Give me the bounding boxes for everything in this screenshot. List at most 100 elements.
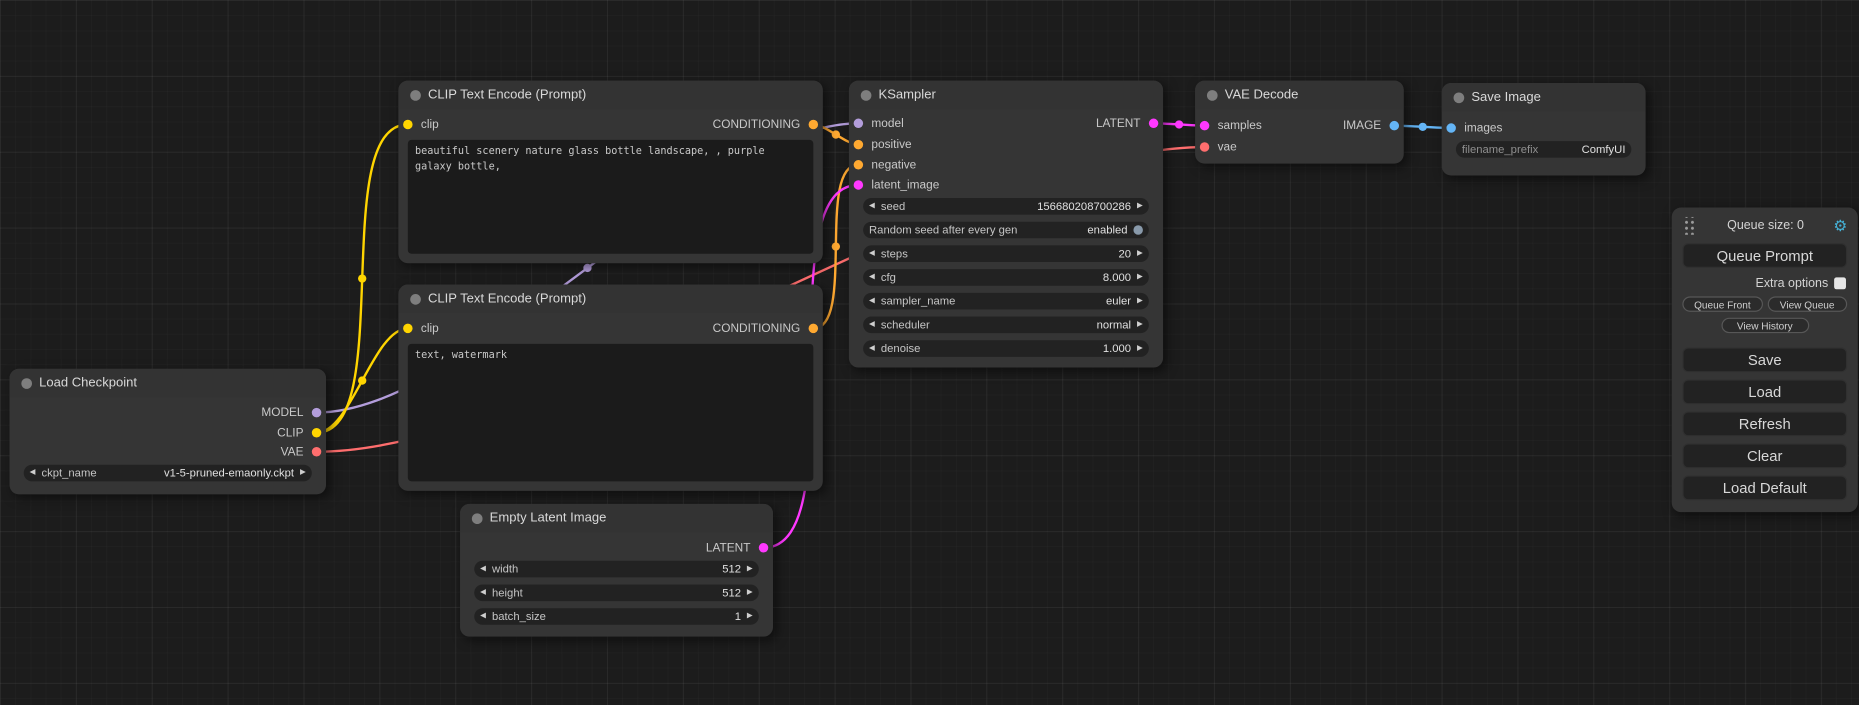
view-queue-button[interactable]: View Queue [1767,296,1847,311]
widget-width[interactable]: ◀width512▶ [474,561,759,578]
widget-filename-prefix[interactable]: filename_prefixComfyUI [1456,141,1631,158]
output-port-conditioning[interactable] [809,324,818,333]
node-title-bar: KSampler [849,81,1163,109]
increment-arrow-icon[interactable]: ▶ [1137,274,1143,282]
node-title-bar: Save Image [1442,83,1646,111]
input-slot-label: negative [871,158,916,171]
node-empty-latent-image[interactable]: Empty Latent ImageLATENT◀width512▶◀heigh… [460,504,773,637]
widget-value: 8.000 [1103,271,1131,284]
widget-ckpt-name[interactable]: ◀ckpt_namev1-5-pruned-emaonly.ckpt▶ [24,465,312,482]
widget-denoise[interactable]: ◀denoise1.000▶ [863,340,1149,357]
output-port-image[interactable] [1390,121,1399,130]
input-port-positive[interactable] [854,140,863,149]
node-vae-decode[interactable]: VAE DecodesamplesvaeIMAGE [1195,81,1404,164]
widget-batch-size[interactable]: ◀batch_size1▶ [474,608,759,625]
output-port-vae[interactable] [312,447,321,456]
widget-steps[interactable]: ◀steps20▶ [863,245,1149,262]
prompt-text-widget[interactable]: text, watermark [408,344,813,482]
load-default-button[interactable]: Load Default [1682,475,1847,500]
input-slot-negative: negative [854,156,917,173]
input-port-samples[interactable] [1200,121,1209,130]
node-collapse-dot-icon[interactable] [1454,92,1465,103]
input-port-vae[interactable] [1200,142,1209,151]
input-slot-label: latent_image [871,178,939,191]
node-collapse-dot-icon[interactable] [410,293,421,304]
input-port-latent_image[interactable] [854,180,863,189]
output-port-latent[interactable] [759,543,768,552]
output-port-clip[interactable] [312,428,321,437]
input-port-clip[interactable] [403,120,412,129]
node-save-image[interactable]: Save Image images filename_prefixComfyUI [1442,83,1646,175]
decrement-arrow-icon[interactable]: ◀ [30,469,36,477]
save-button[interactable]: Save [1682,347,1847,372]
widget-sampler-name[interactable]: ◀sampler_nameeuler▶ [863,293,1149,310]
decrement-arrow-icon[interactable]: ◀ [869,345,875,353]
widget-cfg[interactable]: ◀cfg8.000▶ [863,269,1149,286]
output-port-conditioning[interactable] [809,120,818,129]
node-ksampler[interactable]: KSamplermodelpositivenegativelatent_imag… [849,81,1163,368]
decrement-arrow-icon[interactable]: ◀ [480,565,486,573]
widget-seed[interactable]: ◀ seed 156680208700286 ▶ [863,198,1149,215]
settings-gear-icon[interactable]: ⚙ [1833,218,1847,233]
node-load-checkpoint[interactable]: Load CheckpointMODELCLIPVAE◀ckpt_namev1-… [9,369,326,495]
menu-panel: Queue size: 0 ⚙ Queue Prompt Extra optio… [1672,207,1858,512]
decrement-arrow-icon[interactable]: ◀ [480,613,486,621]
link-midpoint-dot [1175,120,1183,128]
queue-prompt-button[interactable]: Queue Prompt [1682,243,1847,268]
decrement-arrow-icon[interactable]: ◀ [869,250,875,258]
increment-arrow-icon[interactable]: ▶ [1137,321,1143,329]
widget-value: 156680208700286 [1037,200,1131,213]
input-port-clip[interactable] [403,324,412,333]
input-port-model[interactable] [854,119,863,128]
node-collapse-dot-icon[interactable] [472,513,483,524]
decrement-arrow-icon[interactable]: ◀ [869,297,875,305]
increment-arrow-icon[interactable]: ▶ [1137,297,1143,305]
widget-random-seed-after-every-gen[interactable]: Random seed after every genenabled [863,222,1149,239]
widget-label: Random seed after every gen [869,223,1017,236]
widget-label: sampler_name [881,295,956,308]
refresh-button[interactable]: Refresh [1682,411,1847,436]
input-slot-clip: clip [403,116,439,133]
output-port-model[interactable] [312,408,321,417]
queue-size-label: Queue size: 0 [1698,218,1834,232]
input-slot-images: images [1446,120,1502,137]
widget-label: batch_size [492,610,546,623]
extra-options-checkbox[interactable] [1834,277,1846,289]
increment-arrow-icon[interactable]: ▶ [747,613,753,621]
node-collapse-dot-icon[interactable] [1207,90,1218,101]
node-title-bar: Load Checkpoint [9,369,326,397]
increment-arrow-icon[interactable]: ▶ [747,565,753,573]
decrement-arrow-icon[interactable]: ◀ [869,274,875,282]
increment-arrow-icon[interactable]: ▶ [1137,250,1143,258]
output-port-latent[interactable] [1149,119,1158,128]
increment-arrow-icon[interactable]: ▶ [1137,345,1143,353]
queue-front-button[interactable]: Queue Front [1682,296,1762,311]
toggle-indicator-icon[interactable] [1133,225,1142,234]
node-collapse-dot-icon[interactable] [410,90,421,101]
clear-button[interactable]: Clear [1682,443,1847,468]
widget-height[interactable]: ◀height512▶ [474,585,759,602]
load-button[interactable]: Load [1682,379,1847,404]
input-port-images[interactable] [1446,123,1455,132]
decrement-arrow-icon[interactable]: ◀ [869,321,875,329]
node-collapse-dot-icon[interactable] [861,90,872,101]
increment-arrow-icon[interactable]: ▶ [747,589,753,597]
increment-arrow-icon[interactable]: ▶ [1137,202,1143,210]
node-clip-text-encode-positive[interactable]: CLIP Text Encode (Prompt) clip CONDITIONIN… [398,81,822,264]
increment-arrow-icon[interactable]: ▶ [300,469,306,477]
prompt-text-widget[interactable]: beautiful scenery nature glass bottle la… [408,140,813,254]
graph-canvas[interactable]: Queue size: 0 ⚙ Queue Prompt Extra optio… [0,0,1859,705]
input-port-negative[interactable] [854,160,863,169]
decrement-arrow-icon[interactable]: ◀ [480,589,486,597]
menu-drag-handle-icon[interactable] [1682,216,1695,234]
node-collapse-dot-icon[interactable] [21,378,32,389]
extra-options-row: Extra options [1682,276,1847,290]
output-slot-conditioning: CONDITIONING [713,116,818,133]
decrement-arrow-icon[interactable]: ◀ [869,202,875,210]
widget-scheduler[interactable]: ◀schedulernormal▶ [863,317,1149,334]
view-history-button[interactable]: View History [1721,318,1809,333]
widget-value: 1.000 [1103,342,1131,355]
node-clip-text-encode-negative[interactable]: CLIP Text Encode (Prompt)clipCONDITIONIN… [398,285,822,491]
widget-label: seed [881,200,905,213]
node-title-text: CLIP Text Encode (Prompt) [428,88,586,102]
